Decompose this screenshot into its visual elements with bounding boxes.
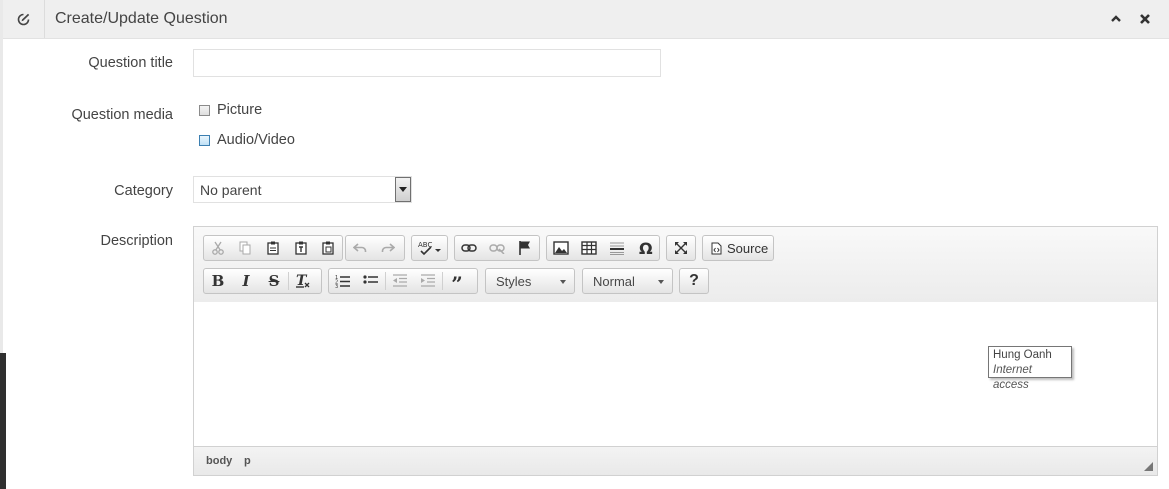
path-item-p[interactable]: p (244, 455, 251, 467)
chevron-up-icon[interactable] (1109, 12, 1123, 26)
svg-text:Ω: Ω (639, 240, 653, 256)
picture-checkbox[interactable] (199, 104, 210, 116)
special-char-icon[interactable]: Ω (631, 236, 659, 260)
picture-option[interactable]: Picture (199, 102, 262, 118)
audio-video-option[interactable]: Audio/Video (199, 132, 295, 148)
description-label: Description (100, 233, 173, 249)
cut-icon[interactable] (204, 236, 232, 260)
undo-icon[interactable] (346, 236, 374, 260)
panel-title: Create/Update Question (55, 10, 228, 27)
editor-content[interactable]: Hung Oanh Internet access (194, 302, 1157, 447)
copy-icon[interactable] (232, 236, 260, 260)
rich-text-editor: ABC Ω Source B I S T 1 2 3 ” Styles Norm… (193, 226, 1158, 476)
tooltip-name: Hung Oanh (993, 349, 1052, 361)
image-icon[interactable] (547, 236, 575, 260)
editor-toolbar: ABC Ω Source B I S T 1 2 3 ” Styles Norm… (194, 227, 1157, 303)
numbered-list-icon[interactable]: 123 (329, 269, 357, 293)
question-media-label: Question media (71, 107, 173, 123)
path-item-body[interactable]: body (206, 455, 232, 467)
user-tooltip: Hung Oanh Internet access (988, 346, 1072, 391)
category-label: Category (114, 183, 173, 199)
unlink-icon[interactable] (483, 236, 511, 260)
bold-icon[interactable]: B (204, 269, 232, 293)
anchor-icon[interactable] (511, 236, 539, 260)
lists-group: 123 ” (328, 268, 478, 294)
edit-icon (3, 0, 45, 38)
maximize-icon[interactable] (667, 236, 695, 260)
link-icon[interactable] (455, 236, 483, 260)
remove-format-icon[interactable]: T (289, 269, 317, 293)
question-title-label: Question title (88, 55, 173, 71)
category-select[interactable]: No parent (193, 176, 412, 203)
bulleted-list-icon[interactable] (357, 269, 385, 293)
help-icon: ? (689, 272, 699, 289)
indent-icon[interactable] (414, 269, 442, 293)
category-selected-value: No parent (200, 182, 262, 198)
svg-text:3: 3 (335, 284, 338, 288)
paste-icon[interactable] (259, 236, 287, 260)
chevron-down-icon[interactable] (395, 177, 411, 202)
left-sidebar-edge (0, 353, 6, 489)
close-icon[interactable] (1138, 12, 1152, 26)
styles-label: Styles (496, 274, 532, 289)
horizontal-line-icon[interactable] (603, 236, 631, 260)
clipboard-group (203, 235, 343, 261)
links-group (454, 235, 540, 261)
format-label: Normal (593, 274, 635, 289)
chevron-down-icon (658, 280, 664, 284)
picture-label: Picture (217, 102, 263, 118)
maximize-group (666, 235, 696, 261)
outdent-icon[interactable] (386, 269, 414, 293)
format-dropdown[interactable]: Normal (582, 268, 673, 294)
question-title-input[interactable] (193, 49, 661, 77)
tooltip-status: Internet access (993, 364, 1032, 391)
history-group (345, 235, 405, 261)
panel-header: Create/Update Question (3, 0, 1169, 39)
basic-styles-group: B I S T (203, 268, 322, 294)
source-icon (711, 242, 722, 255)
audio-video-label: Audio/Video (217, 132, 295, 148)
spellcheck-group: ABC (411, 235, 448, 261)
paste-text-icon[interactable] (287, 236, 315, 260)
strike-icon[interactable]: S (260, 269, 288, 293)
source-label: Source (727, 240, 769, 256)
help-button[interactable]: ? (679, 268, 709, 294)
source-button[interactable]: Source (702, 235, 774, 261)
paste-word-icon[interactable] (314, 236, 342, 260)
italic-icon[interactable]: I (232, 269, 260, 293)
editor-path-bar: body p (194, 447, 1157, 475)
table-icon[interactable] (575, 236, 603, 260)
audio-video-checkbox[interactable] (199, 134, 210, 146)
redo-icon[interactable] (374, 236, 402, 260)
styles-dropdown[interactable]: Styles (485, 268, 575, 294)
insert-group: Ω (546, 235, 660, 261)
page-edge (0, 0, 3, 353)
spellcheck-icon[interactable]: ABC (412, 236, 447, 260)
chevron-down-icon (560, 280, 566, 284)
blockquote-icon[interactable]: ” (443, 269, 471, 294)
resize-grip-icon[interactable] (1144, 462, 1153, 471)
